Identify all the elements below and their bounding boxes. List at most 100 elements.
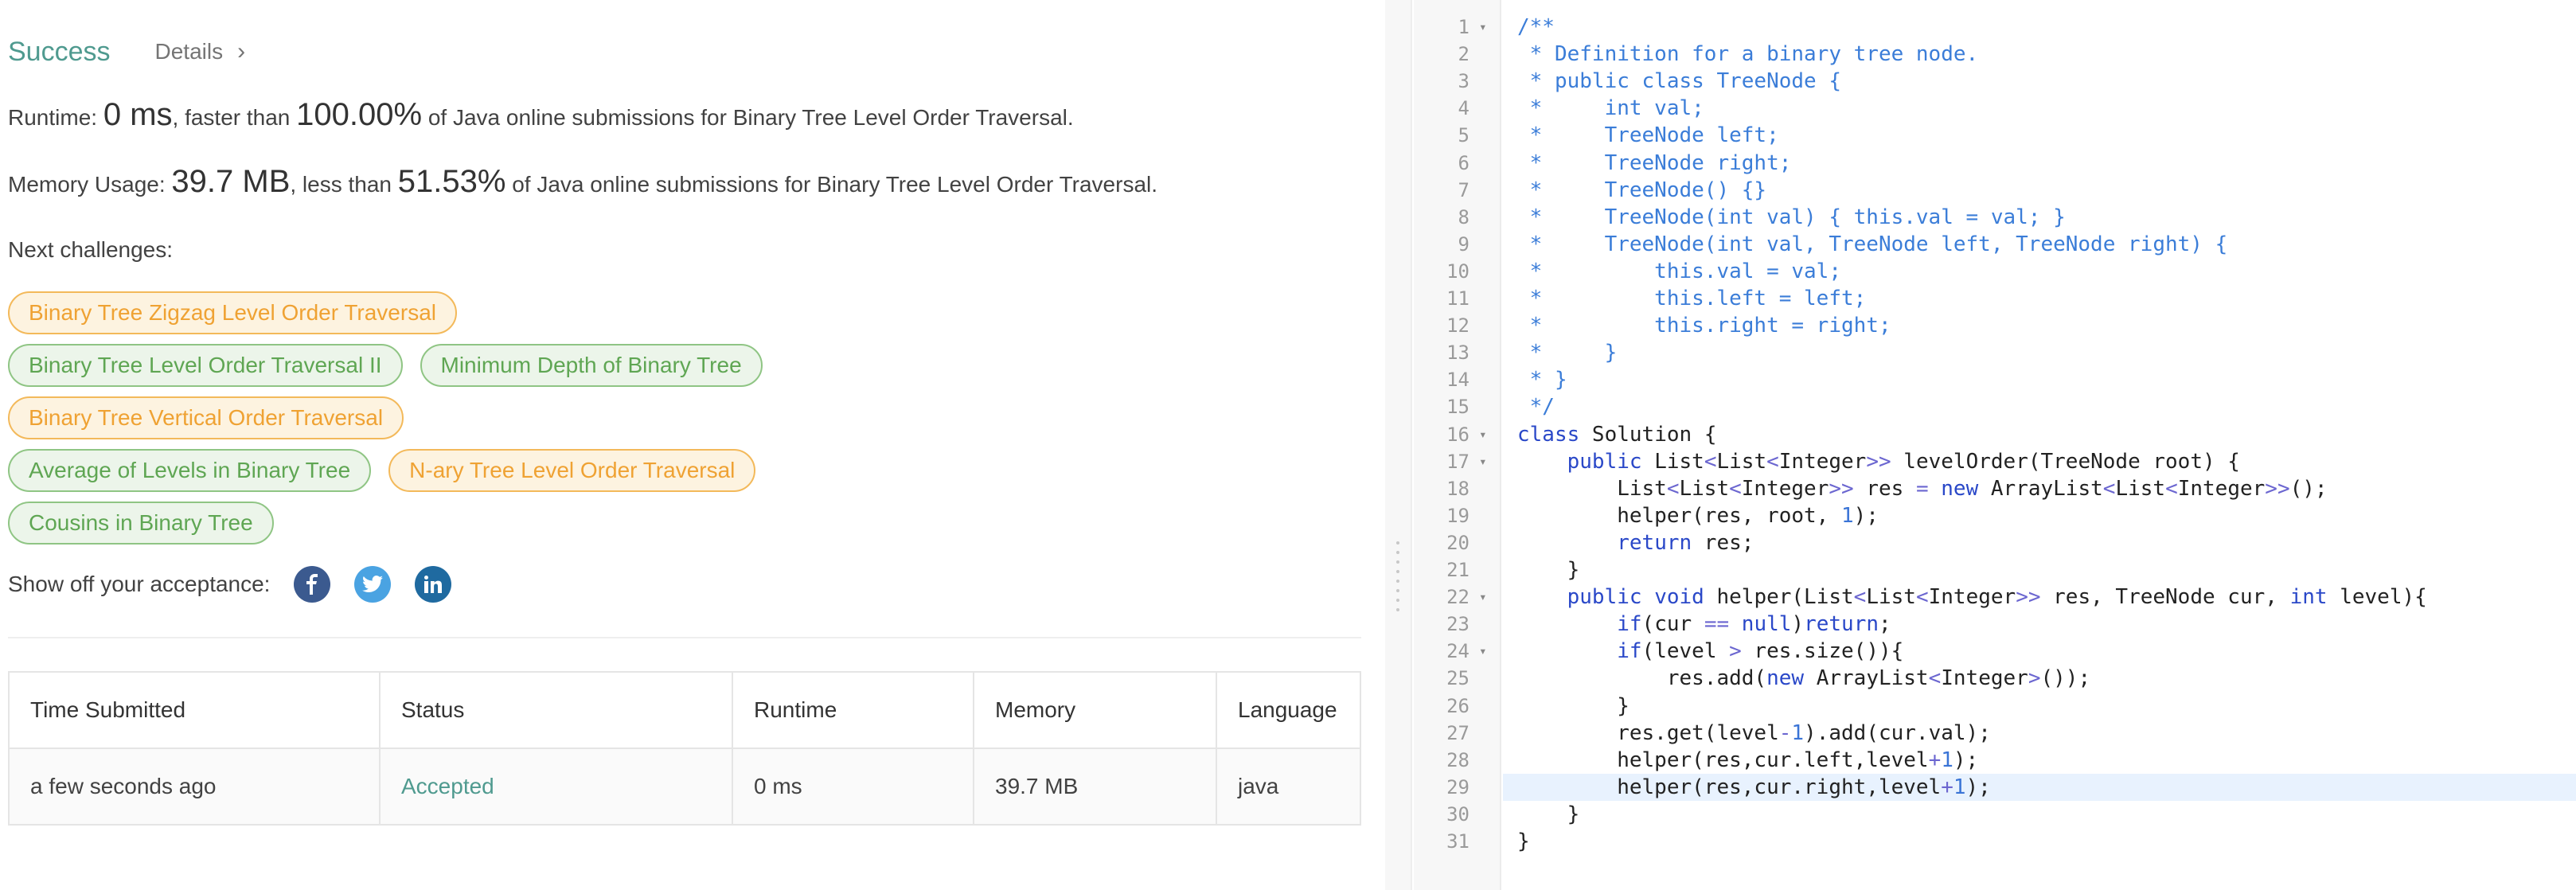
code-line[interactable]: helper(res, root, 1); — [1517, 502, 1879, 529]
col-header: Memory — [973, 671, 1217, 749]
code-line[interactable]: * this.val = val; — [1517, 258, 1841, 285]
panel-resize-handle[interactable] — [1385, 0, 1412, 890]
table-row: a few seconds ago Accepted 0 ms 39.7 MB … — [8, 748, 1361, 826]
chevron-right-icon: › — [237, 38, 246, 64]
code-line[interactable]: /** — [1517, 14, 1555, 41]
facebook-icon[interactable] — [294, 566, 331, 603]
memory-value: 39.7 MB — [171, 164, 291, 199]
cell-time: a few seconds ago — [8, 748, 381, 826]
memory-suffix-text: of Java online submissions for Binary Tr… — [505, 172, 1158, 197]
code-line[interactable]: * TreeNode(int val, TreeNode left, TreeN… — [1517, 231, 2228, 258]
code-line[interactable]: } — [1517, 556, 1580, 584]
challenge-row: Binary Tree Zigzag Level Order Traversal — [8, 291, 457, 334]
code-line[interactable]: * Definition for a binary tree node. — [1517, 41, 1979, 68]
code-line[interactable]: * TreeNode right; — [1517, 150, 1792, 177]
memory-middle-text: , less than — [290, 172, 398, 197]
code-line[interactable]: * } — [1517, 366, 1567, 393]
line-number: 10 — [1446, 260, 1469, 283]
code-line[interactable]: public List<List<Integer>> levelOrder(Tr… — [1517, 448, 2240, 475]
code-line[interactable]: List<List<Integer>> res = new ArrayList<… — [1517, 475, 2327, 502]
challenge-tag[interactable]: Cousins in Binary Tree — [8, 502, 274, 545]
code-line[interactable]: } — [1517, 828, 1530, 855]
line-number: 4 — [1458, 97, 1469, 120]
line-number: 3 — [1458, 70, 1469, 93]
line-number: 22 — [1446, 586, 1469, 609]
code-line[interactable]: helper(res,cur.right,level+1); — [1517, 774, 1991, 801]
fold-toggle-icon[interactable]: ▾ — [1479, 638, 1487, 665]
line-number: 18 — [1446, 477, 1469, 500]
col-header: Status — [379, 671, 733, 749]
challenge-tag[interactable]: N-ary Tree Level Order Traversal — [388, 449, 756, 492]
grip-dot — [1396, 551, 1399, 554]
line-number: 25 — [1446, 667, 1469, 690]
code-line[interactable]: res.get(level-1).add(cur.val); — [1517, 720, 1991, 747]
code-editor[interactable]: 1 ▾ 2 3 4 5 6 7 8 9 10 11 12 13 14 15 16 ▾ 17 ▾ 18 19 20 21 22 ▾ 2… — [1414, 0, 2576, 890]
linkedin-icon[interactable] — [415, 566, 452, 603]
code-line[interactable]: } — [1517, 801, 1580, 828]
code-line[interactable]: * this.right = right; — [1517, 312, 1891, 339]
line-number-gutter: 1 ▾ 2 3 4 5 6 7 8 9 10 11 12 13 14 15 16 ▾ 17 ▾ 18 19 20 21 22 ▾ 2… — [1414, 0, 1501, 890]
challenge-tag[interactable]: Minimum Depth of Binary Tree — [420, 344, 763, 387]
line-number: 12 — [1446, 314, 1469, 338]
code-line[interactable]: * TreeNode() {} — [1517, 177, 1766, 204]
line-number: 15 — [1446, 396, 1469, 419]
code-line[interactable]: if(cur == null)return; — [1517, 611, 1891, 638]
code-line[interactable]: return res; — [1517, 529, 1754, 556]
code-line[interactable]: class Solution { — [1517, 421, 1716, 448]
details-link[interactable]: Details › — [155, 38, 246, 65]
code-line[interactable]: * int val; — [1517, 95, 1704, 122]
fold-toggle-icon[interactable]: ▾ — [1479, 421, 1487, 448]
fold-toggle-icon[interactable]: ▾ — [1479, 14, 1487, 41]
line-number: 16 — [1446, 423, 1469, 446]
memory-percent: 51.53% — [397, 164, 506, 199]
cell-status-link[interactable]: Accepted — [379, 748, 733, 826]
code-line[interactable]: * public class TreeNode { — [1517, 68, 1841, 95]
line-number: 30 — [1446, 802, 1469, 826]
code-line[interactable]: * TreeNode(int val) { this.val = val; } — [1517, 204, 2066, 231]
section-divider — [8, 637, 1361, 638]
challenge-tag[interactable]: Average of Levels in Binary Tree — [8, 449, 372, 492]
line-number: 31 — [1446, 830, 1469, 853]
runtime-label: Runtime: — [8, 105, 103, 130]
grip-dot — [1396, 589, 1399, 592]
fold-toggle-icon[interactable]: ▾ — [1479, 584, 1487, 611]
line-number: 17 — [1446, 450, 1469, 473]
cell-language: java — [1216, 748, 1361, 826]
challenge-tag[interactable]: Binary Tree Level Order Traversal II — [8, 344, 403, 387]
code-line[interactable]: } — [1517, 693, 1630, 720]
runtime-stat: Runtime: 0 ms, faster than 100.00% of Ja… — [8, 97, 1074, 133]
table-header-row: Time Submitted Status Runtime Memory Lan… — [8, 671, 1361, 749]
code-line[interactable]: */ — [1517, 393, 1555, 420]
code-line[interactable]: helper(res,cur.left,level+1); — [1517, 747, 1978, 774]
col-header: Runtime — [732, 671, 974, 749]
challenge-tag[interactable]: Binary Tree Zigzag Level Order Traversal — [8, 291, 457, 334]
col-header: Language — [1216, 671, 1361, 749]
success-status: Success — [8, 36, 111, 67]
line-number: 29 — [1446, 775, 1469, 798]
share-section: Show off your acceptance: — [8, 564, 452, 605]
grip-dot — [1396, 608, 1399, 611]
share-label: Show off your acceptance: — [8, 572, 271, 596]
code-line[interactable]: * this.left = left; — [1517, 285, 1867, 312]
code-line[interactable]: public void helper(List<List<Integer>> r… — [1517, 584, 2427, 611]
twitter-icon[interactable] — [354, 566, 392, 603]
details-label: Details — [154, 39, 224, 64]
challenge-row: Average of Levels in Binary Tree N-ary T… — [8, 449, 756, 492]
code-line[interactable]: * } — [1517, 339, 1618, 366]
line-number: 8 — [1458, 205, 1469, 228]
line-number: 24 — [1446, 640, 1469, 663]
line-number: 21 — [1446, 559, 1469, 581]
code-line[interactable]: if(level > res.size()){ — [1517, 638, 1903, 665]
code-line[interactable]: res.add(new ArrayList<Integer>()); — [1517, 665, 2090, 692]
code-line[interactable]: * TreeNode left; — [1517, 122, 1779, 149]
challenge-tag[interactable]: Binary Tree Vertical Order Traversal — [8, 396, 404, 439]
fold-toggle-icon[interactable]: ▾ — [1479, 448, 1487, 475]
line-number: 6 — [1458, 151, 1469, 174]
line-number: 5 — [1458, 124, 1469, 147]
memory-label: Memory Usage: — [8, 172, 172, 197]
line-number: 11 — [1446, 287, 1469, 310]
line-number: 20 — [1446, 531, 1469, 554]
result-panel: Success Details › Runtime: 0 ms, faster … — [0, 0, 1385, 890]
line-number: 13 — [1446, 342, 1469, 365]
runtime-percent: 100.00% — [296, 97, 423, 132]
